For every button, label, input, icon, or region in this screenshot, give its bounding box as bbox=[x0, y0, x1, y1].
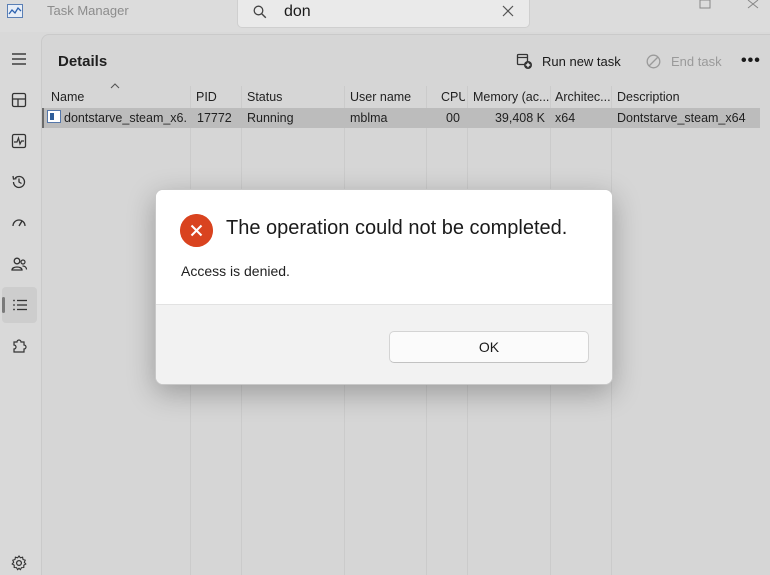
run-new-task-button[interactable]: Run new task bbox=[516, 50, 621, 72]
end-task-button[interactable]: End task bbox=[645, 50, 722, 72]
maximize-icon[interactable] bbox=[690, 0, 720, 16]
cell-pid: 17772 bbox=[197, 111, 232, 125]
cell-memory: 39,408 K bbox=[494, 111, 545, 125]
cell-user-name: mblma bbox=[350, 111, 388, 125]
column-header-name[interactable]: Name bbox=[51, 90, 186, 104]
hamburger-menu-icon bbox=[12, 53, 26, 65]
gear-icon bbox=[11, 555, 27, 571]
close-window-icon[interactable] bbox=[738, 0, 768, 16]
page-title: Details bbox=[58, 53, 108, 70]
users-icon bbox=[11, 257, 28, 271]
window-title: Task Manager bbox=[47, 3, 129, 18]
end-task-label: End task bbox=[671, 53, 722, 69]
error-dialog: The operation could not be completed. Ac… bbox=[155, 189, 613, 385]
search-input[interactable] bbox=[284, 1, 484, 23]
processes-icon bbox=[11, 92, 27, 108]
dialog-message: Access is denied. bbox=[181, 263, 290, 279]
task-manager-app-icon bbox=[7, 4, 23, 18]
nav-startup-apps[interactable] bbox=[0, 205, 38, 241]
title-bar: Task Manager bbox=[0, 0, 770, 32]
end-task-icon bbox=[646, 54, 661, 68]
nav-processes[interactable] bbox=[0, 82, 38, 118]
details-list-icon bbox=[12, 299, 27, 311]
run-new-task-icon bbox=[516, 53, 532, 69]
cell-description: Dontstarve_steam_x64 bbox=[617, 111, 746, 125]
cell-name: dontstarve_steam_x6... bbox=[64, 111, 186, 125]
nav-services[interactable] bbox=[0, 328, 38, 364]
more-options-button[interactable]: ••• bbox=[741, 52, 761, 70]
dialog-body: The operation could not be completed. Ac… bbox=[156, 190, 612, 304]
close-icon[interactable] bbox=[501, 4, 515, 18]
search-icon bbox=[253, 5, 267, 19]
startup-speedometer-icon bbox=[12, 219, 26, 227]
column-header-architecture[interactable]: Architec... bbox=[555, 90, 610, 104]
nav-settings[interactable] bbox=[0, 545, 38, 575]
nav-users[interactable] bbox=[0, 246, 38, 282]
column-header-user-name[interactable]: User name bbox=[350, 90, 425, 104]
ok-button[interactable]: OK bbox=[389, 331, 589, 363]
cell-status: Running bbox=[247, 111, 294, 125]
sort-ascending-icon bbox=[110, 83, 120, 89]
cell-architecture: x64 bbox=[555, 111, 576, 125]
dialog-title: The operation could not be completed. bbox=[226, 217, 568, 239]
history-icon bbox=[12, 175, 26, 189]
column-header-cpu[interactable]: CPU bbox=[441, 90, 465, 104]
services-puzzle-icon bbox=[13, 339, 27, 353]
cell-cpu: 00 bbox=[446, 111, 460, 125]
performance-icon bbox=[11, 133, 27, 149]
error-icon bbox=[180, 214, 213, 247]
nav-hamburger-menu[interactable] bbox=[0, 41, 38, 77]
nav-app-history[interactable] bbox=[0, 164, 38, 200]
nav-performance[interactable] bbox=[0, 123, 38, 159]
column-header-description[interactable]: Description bbox=[617, 90, 757, 104]
column-header-status[interactable]: Status bbox=[247, 90, 342, 104]
column-header-memory[interactable]: Memory (ac... bbox=[473, 90, 549, 104]
dialog-footer: OK bbox=[156, 304, 612, 384]
process-icon bbox=[47, 110, 61, 123]
search-box[interactable] bbox=[237, 0, 530, 28]
column-header-pid[interactable]: PID bbox=[196, 90, 240, 104]
run-new-task-label: Run new task bbox=[542, 53, 621, 69]
nav-details[interactable] bbox=[2, 287, 37, 323]
